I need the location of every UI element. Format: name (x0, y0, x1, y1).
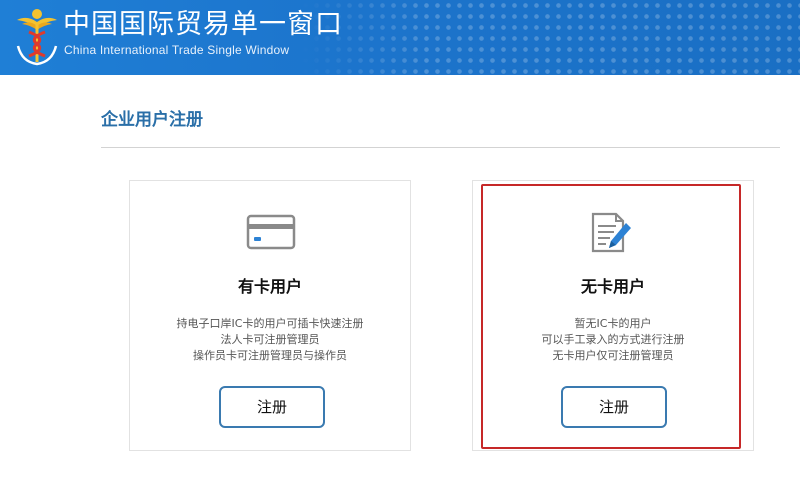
card-description: 持电子口岸IC卡的用户可插卡快速注册 法人卡可注册管理员 操作员卡可注册管理员与… (130, 316, 410, 364)
card-title: 无卡用户 (580, 277, 645, 296)
site-title-en: China International Trade Single Window (64, 43, 290, 57)
document-edit-icon (591, 212, 631, 253)
card-desc-line: 持电子口岸IC卡的用户可插卡快速注册 (176, 317, 364, 330)
site-title-cn: 中国国际贸易单一窗口 (63, 9, 343, 40)
card-title: 有卡用户 (237, 277, 302, 296)
card-desc-line: 法人卡可注册管理员 (220, 333, 320, 346)
register-with-ic-button[interactable]: 注册 (219, 386, 325, 428)
card-desc-line: 无卡用户仅可注册管理员 (552, 349, 674, 362)
card-without-ic: 无卡用户 暂无IC卡的用户 可以手工录入的方式进行注册 无卡用户仅可注册管理员 … (472, 180, 754, 451)
card-description: 暂无IC卡的用户 可以手工录入的方式进行注册 无卡用户仅可注册管理员 (473, 316, 753, 364)
site-header: 中国国际贸易单一窗口 China International Trade Sin… (0, 0, 800, 75)
register-without-ic-button[interactable]: 注册 (561, 386, 667, 428)
card-icon (246, 214, 296, 250)
page-title: 企业用户注册 (101, 110, 203, 130)
caduceus-logo-icon[interactable] (14, 6, 60, 66)
card-desc-line: 操作员卡可注册管理员与操作员 (193, 349, 347, 362)
header-dot-pattern (300, 0, 800, 75)
card-desc-line: 暂无IC卡的用户 (574, 317, 652, 330)
title-divider (101, 147, 780, 148)
card-desc-line: 可以手工录入的方式进行注册 (541, 333, 685, 346)
card-with-ic: 有卡用户 持电子口岸IC卡的用户可插卡快速注册 法人卡可注册管理员 操作员卡可注… (129, 180, 411, 451)
